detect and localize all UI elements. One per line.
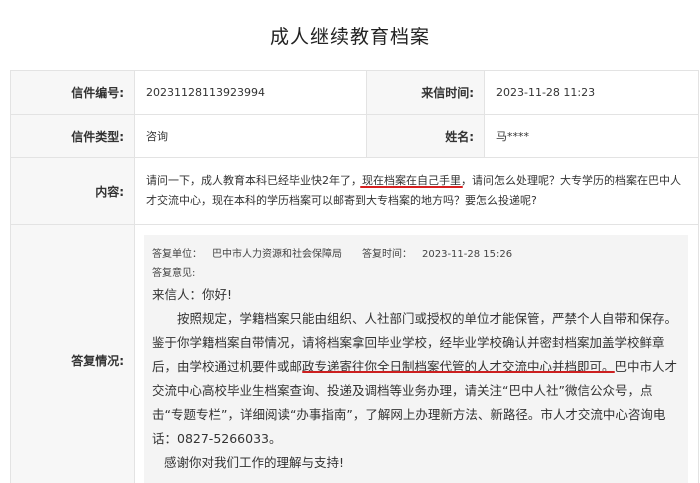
- letter-detail-table: 信件编号: 20231128113923994 来信时间: 2023-11-28…: [10, 70, 699, 483]
- reply-box: 答复单位： 巴中市人力资源和社会保障局 答复时间： 2023-11-28 15:26 …: [144, 235, 688, 483]
- content-label: 内容:: [10, 157, 135, 225]
- table-row: 信件类型: 咨询 姓名: 马****: [10, 114, 699, 158]
- reply-greeting: 来信人：你好!: [152, 287, 233, 302]
- letter-no-value: 20231128113923994: [134, 70, 367, 115]
- reply-label: 答复情况:: [10, 224, 135, 483]
- letter-no-label: 信件编号:: [10, 70, 135, 115]
- letter-content: 请问一下，成人教育本科已经毕业快2年了，现在档案在自己手里，请问怎么处理呢？大专…: [134, 157, 699, 225]
- reply-meta: 答复单位： 巴中市人力资源和社会保障局 答复时间： 2023-11-28 15:26: [152, 247, 680, 263]
- letter-type-value: 咨询: [134, 114, 367, 158]
- name-value: 马****: [484, 114, 699, 158]
- reply-body: 来信人：你好! 按照规定，学籍档案只能由组织、人社部门或授权的单位才能保管，严禁…: [152, 283, 680, 475]
- table-row: 内容: 请问一下，成人教育本科已经毕业快2年了，现在档案在自己手里，请问怎么处理…: [10, 157, 699, 225]
- letter-time-value: 2023-11-28 11:23: [484, 70, 699, 115]
- letter-time-label: 来信时间:: [366, 70, 485, 115]
- reply-time: 答复时间： 2023-11-28 15:26: [362, 249, 513, 260]
- table-row: 信件编号: 20231128113923994 来信时间: 2023-11-28…: [10, 70, 699, 115]
- reply-unit: 答复单位： 巴中市人力资源和社会保障局: [152, 249, 342, 260]
- name-label: 姓名:: [366, 114, 485, 158]
- content-highlighted-phrase: 现在档案在自己手里: [362, 174, 461, 187]
- reply-paragraph: 按照规定，学籍档案只能由组织、人社部门或授权的单位才能保管，严禁个人自带和保存。…: [152, 307, 680, 451]
- reply-opinion-label: 答复意见:: [152, 268, 196, 279]
- page-title: 成人继续教育档案: [269, 26, 430, 48]
- reply-thanks: 感谢你对我们工作的理解与支持!: [164, 455, 345, 470]
- letter-type-label: 信件类型:: [10, 114, 135, 158]
- content-text-part1: 请问一下，成人教育本科已经毕业快2年了，: [146, 174, 362, 187]
- table-row: 答复情况: 答复单位： 巴中市人力资源和社会保障局 答复时间： 2023-11-28 …: [10, 224, 699, 483]
- reply-cell: 答复单位： 巴中市人力资源和社会保障局 答复时间： 2023-11-28 15:26 …: [134, 224, 699, 483]
